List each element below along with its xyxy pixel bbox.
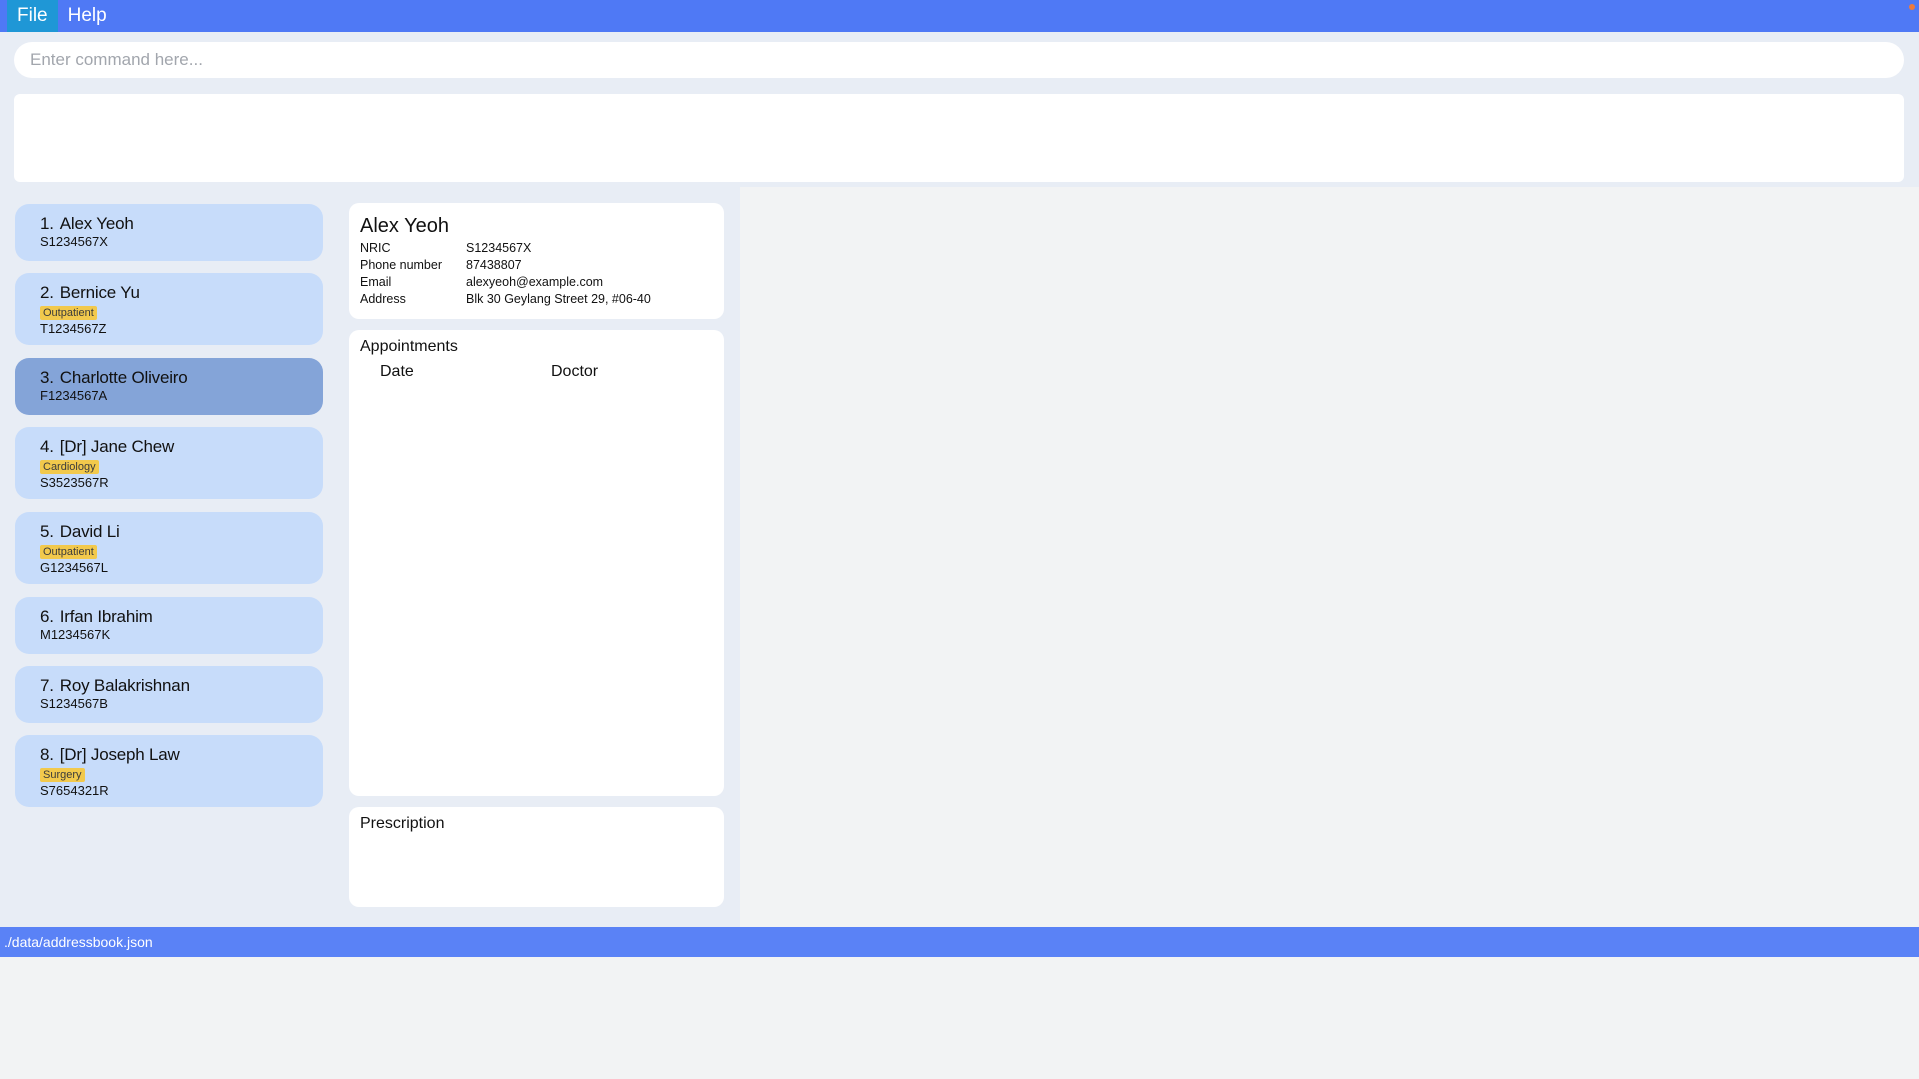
person-tag: Outpatient <box>40 545 97 559</box>
appointments-card: Appointments Date Doctor <box>349 330 724 796</box>
prescription-title: Prescription <box>360 815 445 832</box>
person-tag: Cardiology <box>40 460 99 474</box>
detail-row-address: Address Blk 30 Geylang Street 29, #06-40 <box>360 291 713 308</box>
result-display <box>14 94 1904 182</box>
person-index: 3. <box>40 368 54 387</box>
person-tag: Surgery <box>40 768 85 782</box>
detail-row-nric: NRIC S1234567X <box>360 240 713 257</box>
person-detail-card: Alex Yeoh NRIC S1234567X Phone number 87… <box>349 203 724 319</box>
person-nric: S7654321R <box>40 783 109 798</box>
detail-label: Phone number <box>360 258 443 272</box>
detail-name: Alex Yeoh <box>360 215 449 237</box>
detail-value: 87438807 <box>466 258 522 272</box>
appointments-title: Appointments <box>360 338 458 355</box>
person-title: 4. [Dr] Jane Chew <box>40 437 323 457</box>
column-header-doctor[interactable]: Doctor <box>551 363 598 381</box>
detail-label: Address <box>360 292 406 306</box>
person-index: 1. <box>40 214 54 233</box>
person-tag: Outpatient <box>40 306 97 320</box>
person-title: 6. Irfan Ibrahim <box>40 607 323 627</box>
person-card-2[interactable]: 2. Bernice Yu Outpatient T1234567Z <box>15 273 323 345</box>
command-box <box>14 42 1904 78</box>
menu-bar: File Help <box>0 0 1919 32</box>
person-title: 7. Roy Balakrishnan <box>40 676 323 696</box>
person-card-7[interactable]: 7. Roy Balakrishnan S1234567B <box>15 666 323 723</box>
appointments-table-header: Date Doctor <box>360 363 713 381</box>
status-bar: ./data/addressbook.json <box>0 927 1919 957</box>
detail-value: Blk 30 Geylang Street 29, #06-40 <box>466 292 651 306</box>
person-card-3[interactable]: 3. Charlotte Oliveiro F1234567A <box>15 358 323 415</box>
detail-value: alexyeoh@example.com <box>466 275 604 289</box>
window-indicator-dot <box>1909 4 1915 10</box>
person-name: Bernice Yu <box>59 283 140 302</box>
detail-column: Alex Yeoh NRIC S1234567X Phone number 87… <box>340 187 740 927</box>
person-nric: S1234567B <box>40 696 108 711</box>
person-index: 6. <box>40 607 54 626</box>
person-nric: G1234567L <box>40 560 108 575</box>
person-card-8[interactable]: 8. [Dr] Joseph Law Surgery S7654321R <box>15 735 323 807</box>
data-file-path: ./data/addressbook.json <box>4 934 153 950</box>
person-title: 5. David Li <box>40 522 323 542</box>
person-name: Roy Balakrishnan <box>59 676 190 695</box>
person-card-4[interactable]: 4. [Dr] Jane Chew Cardiology S3523567R <box>15 427 323 499</box>
person-name: Charlotte Oliveiro <box>59 368 188 387</box>
help-menu[interactable]: Help <box>58 0 117 32</box>
prescription-card: Prescription <box>349 807 724 907</box>
person-card-1[interactable]: 1. Alex Yeoh S1234567X <box>15 204 323 261</box>
person-list-panel: 1. Alex Yeoh S1234567X 2. Bernice Yu Outpa… <box>0 187 340 927</box>
person-title: 8. [Dr] Joseph Law <box>40 745 323 765</box>
detail-label: NRIC <box>360 241 391 255</box>
person-name: David Li <box>59 522 120 541</box>
person-nric: F1234567A <box>40 388 108 403</box>
person-name: Irfan Ibrahim <box>59 607 153 626</box>
person-index: 5. <box>40 522 54 541</box>
file-menu[interactable]: File <box>7 0 58 32</box>
person-title: 3. Charlotte Oliveiro <box>40 368 323 388</box>
person-name: Alex Yeoh <box>59 214 134 233</box>
person-card-6[interactable]: 6. Irfan Ibrahim M1234567K <box>15 597 323 654</box>
person-title: 1. Alex Yeoh <box>40 214 323 234</box>
person-card-5[interactable]: 5. David Li Outpatient G1234567L <box>15 512 323 584</box>
person-nric: S1234567X <box>40 234 108 249</box>
command-input[interactable] <box>28 49 1890 71</box>
person-title: 2. Bernice Yu <box>40 283 323 303</box>
detail-label: Email <box>360 275 392 289</box>
person-index: 2. <box>40 283 54 302</box>
person-name: [Dr] Jane Chew <box>59 437 175 456</box>
column-header-date[interactable]: Date <box>360 363 551 381</box>
person-nric: S3523567R <box>40 475 109 490</box>
person-nric: T1234567Z <box>40 321 107 336</box>
person-index: 7. <box>40 676 54 695</box>
person-name: [Dr] Joseph Law <box>59 745 180 764</box>
person-index: 8. <box>40 745 54 764</box>
person-index: 4. <box>40 437 54 456</box>
detail-value: S1234567X <box>466 241 532 255</box>
detail-row-phone: Phone number 87438807 <box>360 257 713 274</box>
top-area <box>0 32 1919 187</box>
detail-row-email: Email alexyeoh@example.com <box>360 274 713 291</box>
person-nric: M1234567K <box>40 627 111 642</box>
